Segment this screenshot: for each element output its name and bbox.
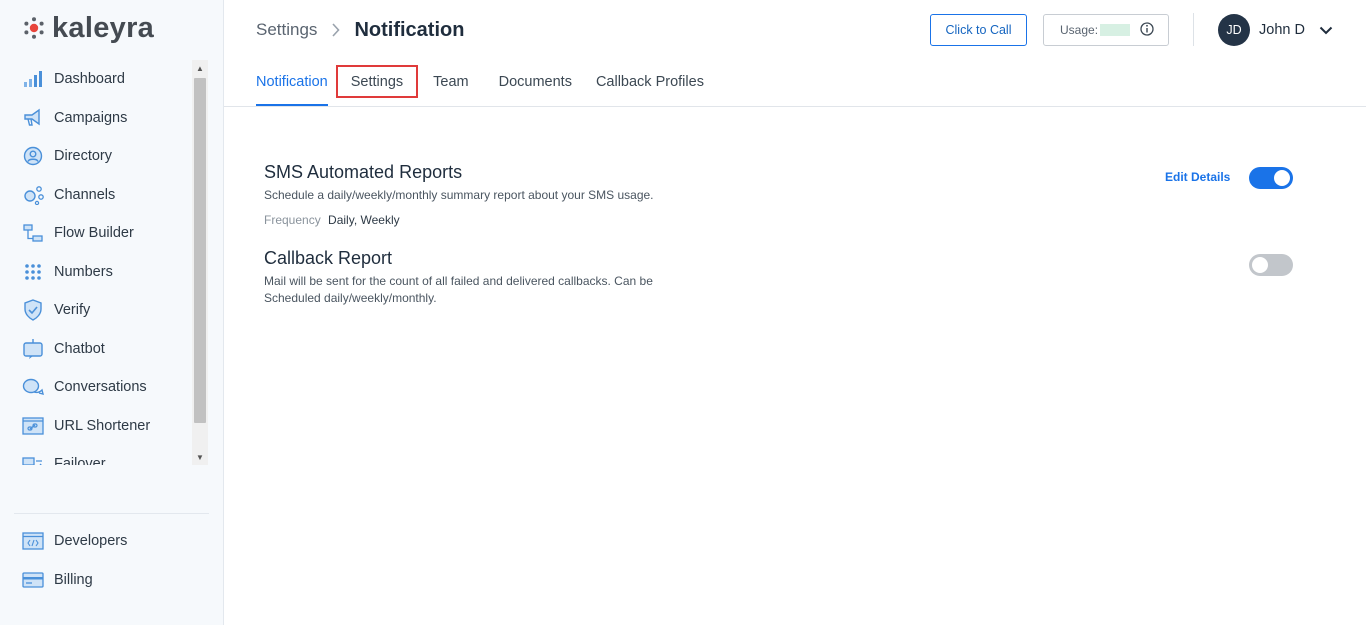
- scroll-up-arrow-icon[interactable]: ▲: [192, 60, 208, 76]
- breadcrumb: Settings Notification: [256, 16, 464, 44]
- sms-report-section: SMS Automated Reports Schedule a daily/w…: [264, 162, 1304, 227]
- user-circle-icon: [22, 145, 44, 167]
- sms-report-title: SMS Automated Reports: [264, 162, 463, 182]
- sidebar-bottom-nav: Developers Billing: [12, 522, 208, 599]
- sms-report-toggle[interactable]: [1249, 167, 1293, 189]
- click-to-call-button[interactable]: Click to Call: [930, 14, 1027, 46]
- megaphone-icon: [22, 107, 44, 129]
- sidebar-item-numbers[interactable]: Numbers: [12, 253, 192, 292]
- sidebar-item-label: Failover: [54, 456, 106, 465]
- user-name: John D: [1259, 22, 1305, 38]
- code-icon: [22, 530, 44, 552]
- sidebar-item-dashboard[interactable]: Dashboard: [12, 60, 192, 99]
- header-divider: [1193, 13, 1194, 46]
- chat-bubbles-icon: [22, 376, 44, 398]
- sidebar-item-flow-builder[interactable]: Flow Builder: [12, 214, 192, 253]
- sidebar-divider: [14, 513, 209, 514]
- robot-icon: [22, 338, 44, 360]
- shield-check-icon: [22, 299, 44, 322]
- keypad-icon: [22, 261, 44, 283]
- sidebar-item-directory[interactable]: Directory: [12, 137, 192, 176]
- sidebar-item-label: Developers: [54, 533, 128, 550]
- sidebar-item-label: Billing: [54, 571, 93, 588]
- tab-documents[interactable]: Documents: [499, 62, 572, 102]
- flow-icon: [22, 222, 44, 244]
- tab-settings[interactable]: Settings: [335, 65, 419, 98]
- sidebar-item-label: Dashboard: [54, 71, 125, 88]
- sidebar-item-label: Verify: [54, 302, 91, 319]
- user-menu[interactable]: JD John D: [1218, 14, 1333, 46]
- sidebar-scrollbar[interactable]: ▲ ▼: [192, 60, 208, 465]
- toggle-knob: [1252, 257, 1268, 273]
- card-icon: [22, 569, 44, 591]
- sidebar-nav: Dashboard Campaigns Directory Channels F…: [12, 60, 192, 465]
- callback-report-section: Callback Report Mail will be sent for th…: [264, 248, 1304, 307]
- scroll-down-arrow-icon[interactable]: ▼: [192, 449, 208, 465]
- sidebar-item-label: URL Shortener: [54, 417, 151, 434]
- page-title: Notification: [354, 18, 465, 41]
- sidebar-item-label: Chatbot: [54, 340, 105, 357]
- callback-report-title: Callback Report: [264, 248, 393, 268]
- tab-notification[interactable]: Notification: [256, 62, 328, 106]
- frequency-label: Frequency: [264, 213, 321, 227]
- tab-callback-profiles[interactable]: Callback Profiles: [596, 62, 704, 102]
- sidebar-item-billing[interactable]: Billing: [12, 561, 208, 600]
- info-icon[interactable]: [1140, 21, 1154, 39]
- frequency-value: Daily, Weekly: [328, 213, 400, 227]
- sidebar-item-conversations[interactable]: Conversations: [12, 368, 192, 407]
- toggle-knob: [1274, 170, 1290, 186]
- sidebar-item-label: Flow Builder: [54, 225, 134, 242]
- sidebar-item-url-shortener[interactable]: URL Shortener: [12, 407, 192, 446]
- avatar: JD: [1218, 14, 1250, 46]
- sidebar: kaleyra Dashboard Campaigns Directory Ch…: [0, 0, 224, 625]
- scrollbar-thumb[interactable]: [194, 78, 206, 423]
- callback-report-description: Mail will be sent for the count of all f…: [264, 274, 653, 305]
- sidebar-item-label: Numbers: [54, 263, 113, 280]
- sidebar-item-label: Campaigns: [54, 109, 128, 126]
- sidebar-item-label: Channels: [54, 186, 116, 203]
- sidebar-item-failover[interactable]: Failover: [12, 445, 192, 465]
- tab-team[interactable]: Team: [433, 62, 468, 102]
- sidebar-item-chatbot[interactable]: Chatbot: [12, 330, 192, 369]
- sidebar-item-label: Conversations: [54, 379, 147, 396]
- sidebar-item-channels[interactable]: Channels: [12, 176, 192, 215]
- usage-bar: [1100, 24, 1131, 36]
- sidebar-item-label: Directory: [54, 148, 113, 165]
- sms-report-description: Schedule a daily/weekly/monthly summary …: [264, 188, 654, 202]
- chevron-right-icon: [331, 23, 341, 37]
- tab-bar: Notification Settings Team Documents Cal…: [256, 62, 704, 106]
- sidebar-item-campaigns[interactable]: Campaigns: [12, 99, 192, 138]
- usage-indicator[interactable]: Usage:: [1043, 14, 1169, 46]
- edit-details-link[interactable]: Edit Details: [1165, 170, 1230, 184]
- kaleyra-logo-icon: [24, 17, 44, 39]
- kaleyra-logo[interactable]: kaleyra: [22, 12, 154, 44]
- tabs-underline: [224, 106, 1366, 107]
- channels-icon: [22, 184, 44, 206]
- logo-text: kaleyra: [52, 11, 155, 44]
- bar-chart-icon: [22, 68, 44, 90]
- sidebar-item-verify[interactable]: Verify: [12, 291, 192, 330]
- usage-label: Usage:: [1060, 23, 1099, 37]
- callback-report-toggle[interactable]: [1249, 254, 1293, 276]
- chevron-down-icon[interactable]: [1319, 26, 1333, 35]
- sidebar-item-developers[interactable]: Developers: [12, 522, 208, 561]
- breadcrumb-parent[interactable]: Settings: [256, 20, 317, 40]
- link-icon: [22, 415, 44, 437]
- frequency-row: Frequency Daily, Weekly: [264, 213, 1304, 227]
- failover-icon: [22, 453, 44, 465]
